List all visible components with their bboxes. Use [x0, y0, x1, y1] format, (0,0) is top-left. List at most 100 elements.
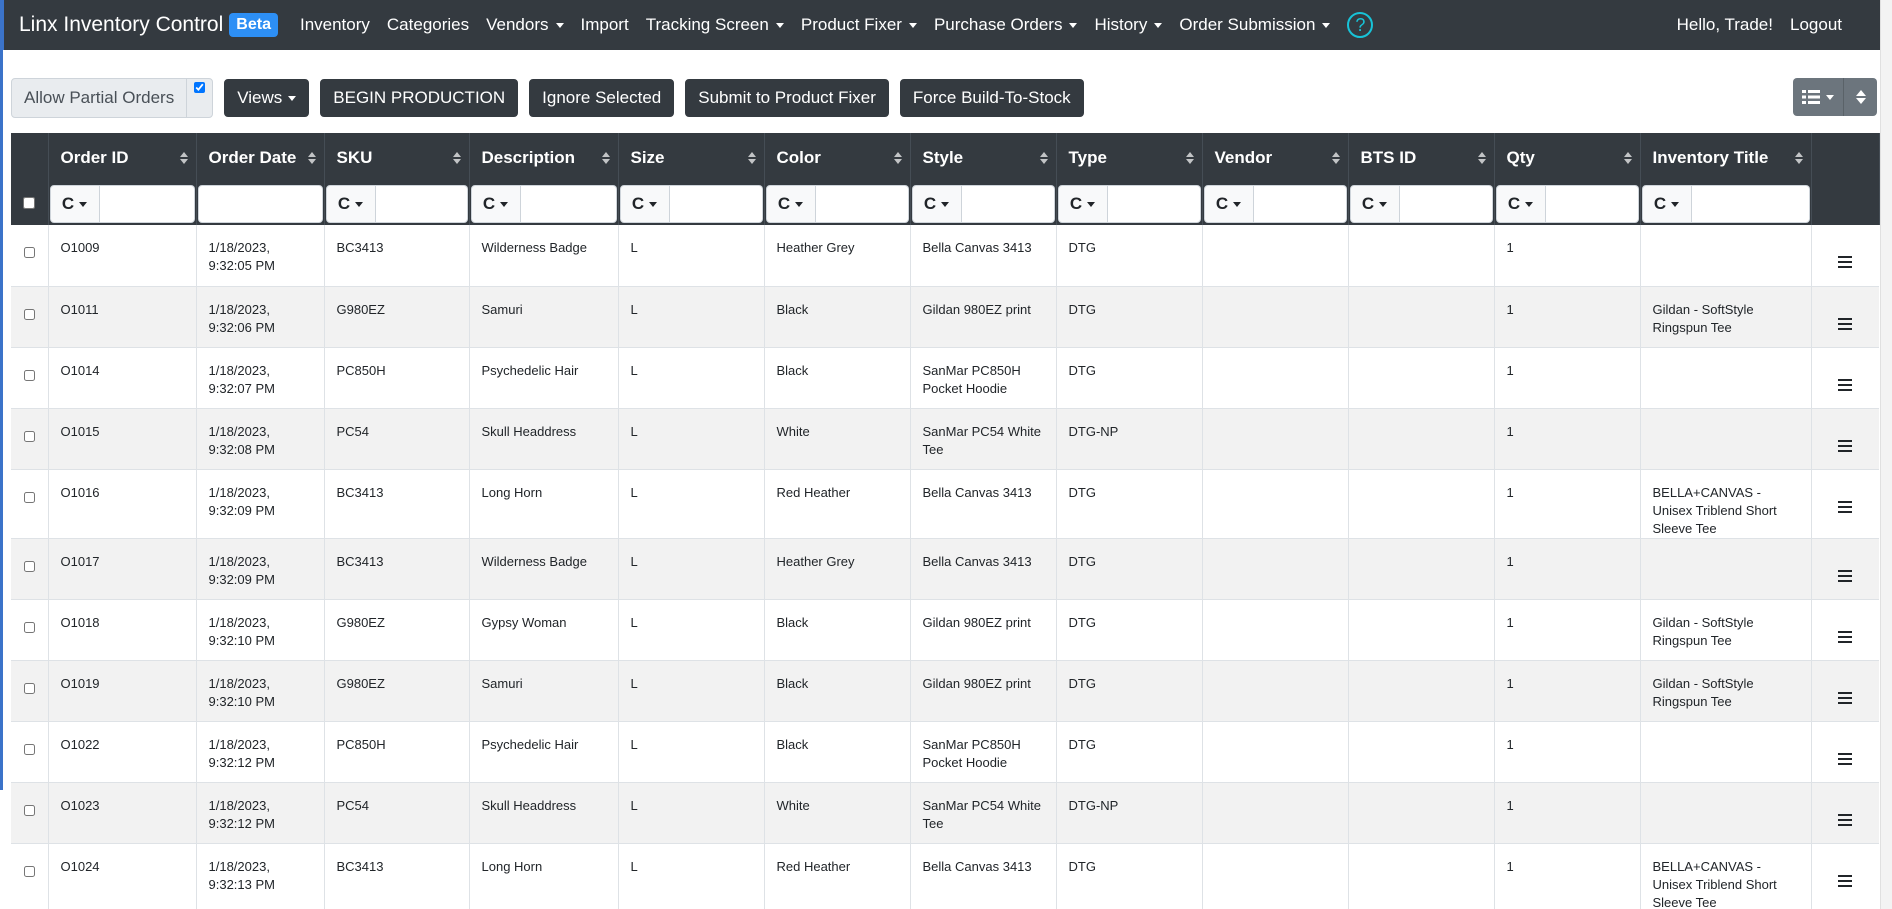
column-header-inventory-title[interactable]: Inventory Title — [1640, 133, 1812, 183]
sort-icon[interactable] — [1477, 152, 1486, 164]
row-select-checkbox[interactable] — [23, 865, 35, 877]
filter-mode-dropdown[interactable]: C — [325, 185, 376, 223]
table-row[interactable]: O1024 1/18/2023, 9:32:13 PM BC3413 Long Hor… — [11, 843, 1879, 909]
hamburger-menu-icon[interactable] — [1838, 630, 1853, 643]
table-row[interactable]: O1022 1/18/2023, 9:32:12 PM PC850H Psychede… — [11, 721, 1879, 783]
hamburger-menu-icon[interactable] — [1838, 500, 1853, 513]
nav-item-history[interactable]: History — [1094, 15, 1163, 35]
hamburger-menu-icon[interactable] — [1838, 569, 1853, 582]
row-select-checkbox[interactable] — [23, 308, 35, 320]
nav-item-product-fixer[interactable]: Product Fixer — [801, 15, 917, 35]
filter-mode-dropdown[interactable]: C — [1203, 185, 1254, 223]
table-row[interactable]: O1014 1/18/2023, 9:32:07 PM PC850H Psychede… — [11, 347, 1879, 409]
row-select-checkbox[interactable] — [23, 804, 35, 816]
column-header-order-id[interactable]: Order ID — [48, 133, 197, 183]
column-header-color[interactable]: Color — [764, 133, 911, 183]
column-header-qty[interactable]: Qty — [1494, 133, 1641, 183]
sort-icon[interactable] — [1039, 152, 1048, 164]
hamburger-menu-icon[interactable] — [1838, 691, 1853, 704]
sort-icon[interactable] — [1331, 152, 1340, 164]
sort-icon[interactable] — [307, 152, 316, 164]
sort-icon[interactable] — [601, 152, 610, 164]
sort-icon[interactable] — [179, 152, 188, 164]
brand[interactable]: Linx Inventory Control Beta — [19, 13, 278, 37]
select-all-checkbox[interactable] — [23, 197, 36, 209]
nav-item-inventory[interactable]: Inventory — [300, 15, 370, 35]
nav-item-tracking-screen[interactable]: Tracking Screen — [646, 15, 784, 35]
hamburger-menu-icon[interactable] — [1838, 813, 1853, 826]
column-header-type[interactable]: Type — [1056, 133, 1203, 183]
logout-link[interactable]: Logout — [1790, 15, 1842, 35]
filter-input-style[interactable] — [961, 185, 1055, 223]
hamburger-menu-icon[interactable] — [1838, 378, 1853, 391]
hamburger-menu-icon[interactable] — [1838, 752, 1853, 765]
force-build-to-stock-button[interactable]: Force Build-To-Stock — [899, 79, 1084, 117]
row-select-checkbox[interactable] — [23, 369, 35, 381]
filter-mode-dropdown[interactable]: C — [911, 185, 962, 223]
filter-mode-dropdown[interactable]: C — [1349, 185, 1400, 223]
row-select-checkbox[interactable] — [23, 560, 35, 572]
column-header-bts-id[interactable]: BTS ID — [1348, 133, 1495, 183]
nav-item-import[interactable]: Import — [581, 15, 629, 35]
table-row[interactable]: O1023 1/18/2023, 9:32:12 PM PC54 Skull Head… — [11, 782, 1879, 844]
hamburger-menu-icon[interactable] — [1838, 256, 1853, 268]
submit-to-product-fixer-button[interactable]: Submit to Product Fixer — [685, 79, 889, 117]
filter-input-bts-id[interactable] — [1399, 185, 1493, 223]
row-select-checkbox[interactable] — [23, 743, 35, 755]
filter-input-sku[interactable] — [375, 185, 468, 223]
row-select-checkbox[interactable] — [23, 247, 35, 258]
filter-input-order-id[interactable] — [99, 185, 195, 223]
begin-production-button[interactable]: BEGIN PRODUCTION — [320, 79, 519, 117]
sort-toggle-button[interactable] — [1844, 78, 1877, 116]
filter-input-color[interactable] — [815, 185, 909, 223]
filter-mode-dropdown[interactable]: C — [470, 185, 521, 223]
brand-title[interactable]: Linx Inventory Control — [19, 13, 223, 37]
table-row[interactable]: O1009 1/18/2023, 9:32:05 PM BC3413 Wilderne… — [11, 225, 1879, 287]
column-header-sku[interactable]: SKU — [324, 133, 470, 183]
sort-icon[interactable] — [452, 152, 461, 164]
table-row[interactable]: O1011 1/18/2023, 9:32:06 PM G980EZ Samuri L B… — [11, 286, 1879, 348]
filter-input-size[interactable] — [669, 185, 763, 223]
filter-input-order-date[interactable] — [197, 185, 323, 223]
filter-input-vendor[interactable] — [1253, 185, 1347, 223]
allow-partial-orders-checkbox[interactable] — [194, 82, 206, 93]
column-header-style[interactable]: Style — [910, 133, 1057, 183]
filter-mode-dropdown[interactable]: C — [619, 185, 670, 223]
table-row[interactable]: O1016 1/18/2023, 9:32:09 PM BC3413 Long Hor… — [11, 469, 1879, 539]
column-header-size[interactable]: Size — [618, 133, 765, 183]
table-row[interactable]: O1017 1/18/2023, 9:32:09 PM BC3413 Wilderne… — [11, 538, 1879, 600]
sort-icon[interactable] — [747, 152, 756, 164]
sort-icon[interactable] — [1794, 152, 1803, 164]
nav-item-order-submission[interactable]: Order Submission — [1179, 15, 1331, 35]
filter-input-qty[interactable] — [1545, 185, 1639, 223]
column-header-vendor[interactable]: Vendor — [1202, 133, 1349, 183]
nav-item-vendors[interactable]: Vendors — [486, 15, 564, 35]
filter-mode-dropdown[interactable]: C — [1495, 185, 1546, 223]
sort-icon[interactable] — [1185, 152, 1194, 164]
filter-mode-dropdown[interactable]: C — [1057, 185, 1108, 223]
filter-input-type[interactable] — [1107, 185, 1201, 223]
filter-mode-dropdown[interactable]: C — [1641, 185, 1692, 223]
sort-icon[interactable] — [1623, 152, 1632, 164]
column-header-order-date[interactable]: Order Date — [196, 133, 325, 183]
nav-item-purchase-orders[interactable]: Purchase Orders — [934, 15, 1078, 35]
help-icon[interactable]: ? — [1347, 12, 1374, 38]
nav-item-categories[interactable]: Categories — [387, 15, 469, 35]
views-dropdown-button[interactable]: Views — [224, 79, 310, 117]
hamburger-menu-icon[interactable] — [1838, 874, 1853, 887]
list-view-dropdown-button[interactable] — [1793, 78, 1844, 116]
hamburger-menu-icon[interactable] — [1838, 439, 1853, 452]
column-header-description[interactable]: Description — [469, 133, 619, 183]
sort-icon[interactable] — [893, 152, 902, 164]
page-scrollbar[interactable] — [1880, 0, 1892, 909]
hamburger-menu-icon[interactable] — [1838, 317, 1853, 330]
filter-mode-dropdown[interactable]: C — [765, 185, 816, 223]
filter-input-inventory-title[interactable] — [1691, 185, 1810, 223]
table-row[interactable]: O1015 1/18/2023, 9:32:08 PM PC54 Skull Head… — [11, 408, 1879, 470]
row-select-checkbox[interactable] — [23, 682, 35, 694]
row-select-checkbox[interactable] — [23, 491, 35, 503]
row-select-checkbox[interactable] — [23, 621, 35, 633]
table-row[interactable]: O1019 1/18/2023, 9:32:10 PM G980EZ Samuri L B… — [11, 660, 1879, 722]
filter-mode-dropdown[interactable]: C — [49, 185, 100, 223]
row-select-checkbox[interactable] — [23, 430, 35, 442]
